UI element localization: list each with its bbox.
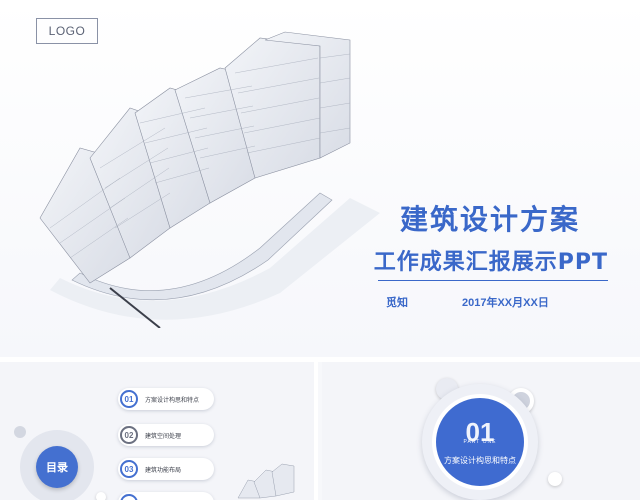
toc-item-number: 02 (120, 426, 138, 444)
cover-slide: LOGO 建筑设计方案 工作成果汇报展示PPT 觅知 2017年XX月XX日 (0, 0, 640, 357)
title-divider (378, 280, 608, 281)
toc-item-label: 方案设计构思和特点 (145, 397, 200, 404)
toc-slide-thumbnail[interactable]: 目录 01 方案设计构思和特点 02 建筑空间处理 03 建筑功能布局 (0, 362, 318, 500)
toc-item-number (120, 494, 138, 500)
toc-badge: 目录 (20, 430, 94, 500)
toc-item-number: 03 (120, 460, 138, 478)
cover-subtitle: 工作成果汇报展示PPT (373, 250, 608, 275)
part-badge-core: 01 PART ONE 方案设计构思和特点 (432, 394, 528, 490)
toc-item: 02 建筑空间处理 (118, 424, 214, 446)
decor-dot (14, 426, 26, 438)
toc-item-number: 01 (120, 390, 138, 408)
building-illustration (39, 31, 380, 328)
cover-title: 建筑设计方案 (399, 203, 580, 236)
part-label: PART ONE (463, 438, 497, 445)
part-badge: 01 PART ONE 方案设计构思和特点 (422, 384, 538, 500)
presentation-date: 2017年XX月XX日 (462, 297, 549, 309)
part-title: 方案设计构思和特点 (444, 455, 516, 465)
toc-item: 01 方案设计构思和特点 (118, 388, 214, 410)
building-mini-illustration (237, 463, 295, 499)
toc-badge-label: 目录 (36, 446, 78, 488)
toc-item-label: 建筑功能布局 (145, 467, 182, 474)
decor-dot (96, 492, 106, 500)
part-one-slide-thumbnail[interactable]: 01 PART ONE 方案设计构思和特点 (322, 362, 640, 500)
toc-item-label: 建筑空间处理 (145, 433, 182, 440)
decor-dot (548, 472, 562, 486)
author-name: 觅知 (386, 297, 408, 309)
toc-item: 03 建筑功能布局 (118, 458, 214, 480)
toc-item-partial (118, 492, 214, 500)
